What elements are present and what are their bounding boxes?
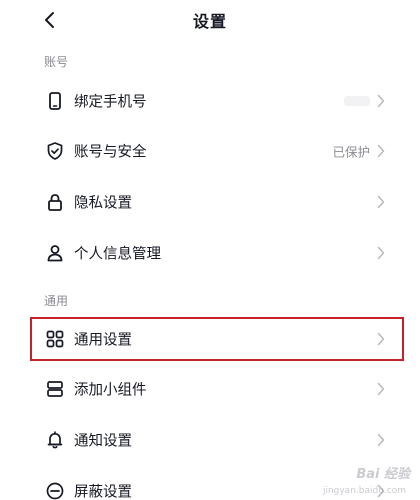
grid-icon [44, 328, 66, 350]
chevron-right-icon [376, 93, 386, 109]
section-label-general: 通用 [44, 294, 69, 308]
masked-phone-number [344, 96, 370, 106]
watermark-logo: Bai 经验 [356, 467, 410, 482]
row-notification-settings[interactable]: 通知设置 [30, 417, 404, 463]
shield-check-icon [44, 140, 66, 162]
chevron-right-icon [376, 331, 386, 347]
chevron-right-icon [376, 381, 386, 397]
bell-icon [44, 429, 66, 451]
person-icon [44, 242, 66, 264]
watermark-url: jingyan.baidu.com [322, 486, 406, 496]
phone-icon [44, 90, 66, 112]
block-icon [44, 480, 66, 500]
row-general-settings[interactable]: 通用设置 [30, 316, 404, 362]
row-label: 绑定手机号 [74, 94, 147, 111]
chevron-right-icon [376, 245, 386, 261]
row-label: 通知设置 [74, 433, 132, 450]
row-label: 账号与安全 [74, 144, 147, 161]
section-label-account: 账号 [44, 55, 69, 69]
chevron-right-icon [376, 194, 386, 210]
row-label: 屏蔽设置 [74, 484, 132, 500]
chevron-right-icon [376, 432, 386, 448]
row-label: 个人信息管理 [74, 246, 161, 263]
status-value: 已保护 [332, 144, 370, 160]
settings-screen: 设置 账号 绑定手机号 账号与安全 已保护 隐私设置 个人信息管理 通用 通用设… [0, 0, 420, 500]
row-bind-phone[interactable]: 绑定手机号 [30, 78, 404, 124]
row-label: 通用设置 [74, 332, 132, 349]
row-label: 添加小组件 [74, 382, 147, 399]
header: 设置 [0, 0, 420, 40]
widget-icon [44, 378, 66, 400]
row-personal-info[interactable]: 个人信息管理 [30, 230, 404, 276]
row-label: 隐私设置 [74, 195, 132, 212]
row-add-widget[interactable]: 添加小组件 [30, 366, 404, 412]
lock-icon [44, 191, 66, 213]
chevron-right-icon [376, 143, 386, 159]
page-title: 设置 [192, 12, 227, 31]
row-account-security[interactable]: 账号与安全 已保护 [30, 128, 404, 174]
row-privacy-settings[interactable]: 隐私设置 [30, 179, 404, 225]
